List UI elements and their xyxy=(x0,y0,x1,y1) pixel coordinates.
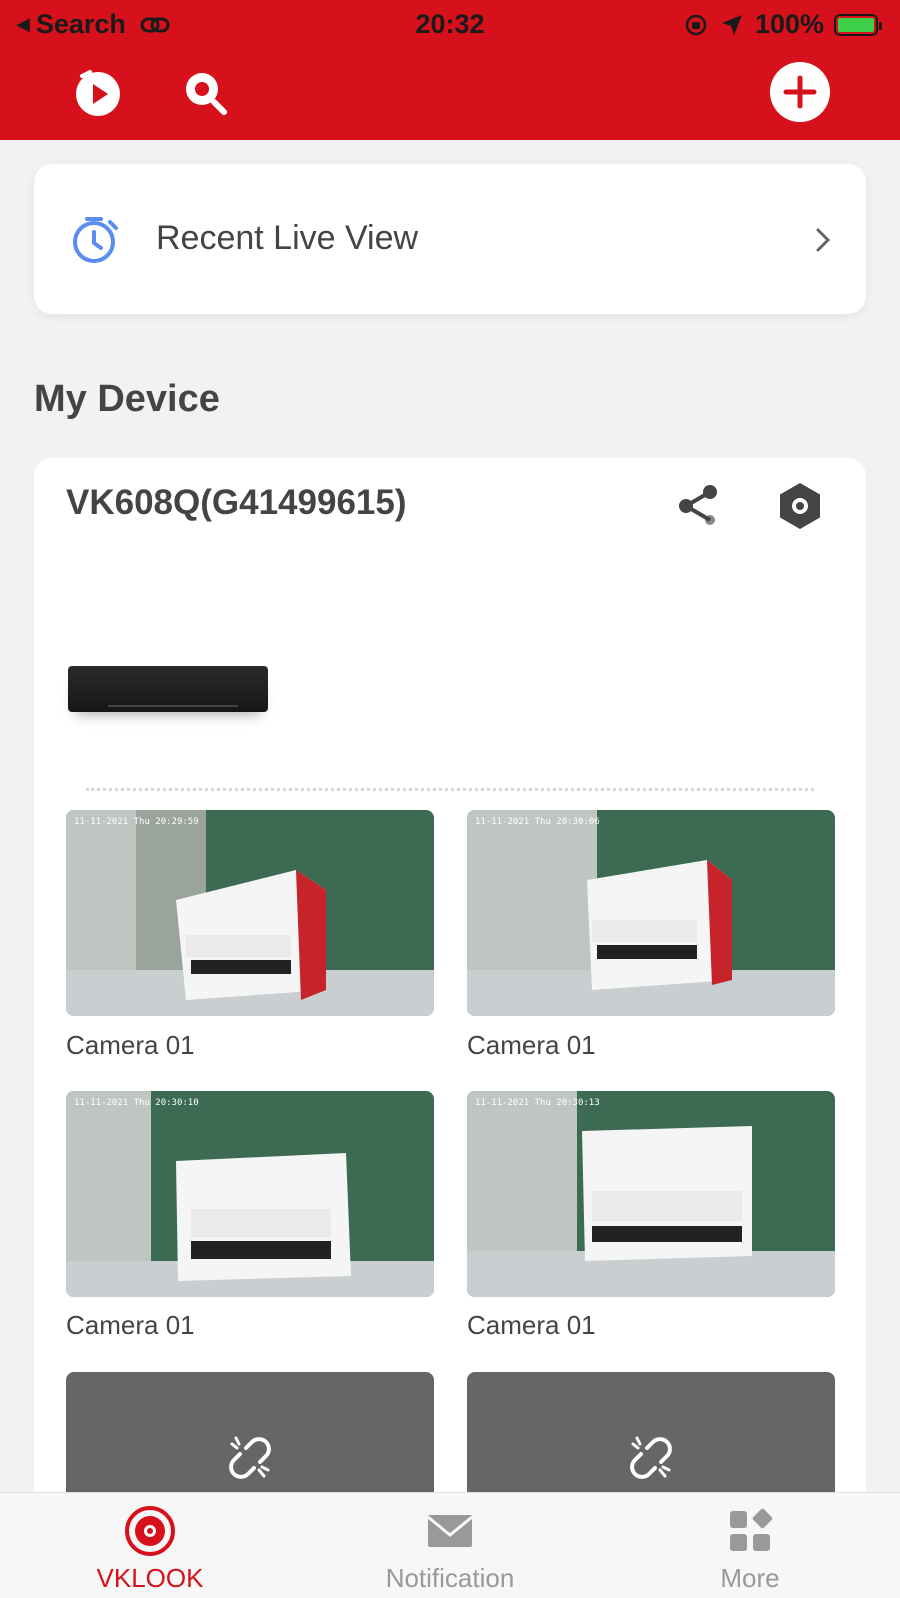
offline-channel-tile[interactable] xyxy=(467,1372,835,1512)
apps-grid-icon xyxy=(730,1508,773,1551)
tab-notification[interactable]: Notification xyxy=(300,1493,600,1598)
status-right: 100% xyxy=(683,9,882,40)
vklook-icon xyxy=(125,1506,175,1556)
tab-more[interactable]: More xyxy=(600,1493,900,1598)
camera-thumbnail[interactable]: 11-11-2021 Thu 20:30:10 xyxy=(66,1091,434,1297)
nvr-device-image xyxy=(68,666,268,712)
section-title: My Device xyxy=(34,378,220,420)
svg-text:11-11-2021 Thu 20:30:10: 11-11-2021 Thu 20:30:10 xyxy=(74,1098,199,1108)
camera-label: Camera 01 xyxy=(66,1310,195,1340)
tab-vklook[interactable]: VKLOOK xyxy=(0,1493,300,1598)
orientation-lock-icon xyxy=(685,14,707,35)
app-header: ◀ Search 20:32 100% xyxy=(0,0,900,140)
svg-text:11-11-2021 Thu 20:29:59: 11-11-2021 Thu 20:29:59 xyxy=(74,817,199,827)
camera-label: Camera 01 xyxy=(66,1030,195,1060)
device-settings-icon[interactable] xyxy=(774,480,826,532)
bottom-tab-bar: VKLOOK Notification More xyxy=(0,1492,900,1598)
search-icon[interactable] xyxy=(176,62,236,122)
clock-icon xyxy=(73,217,118,263)
camera-thumbnail[interactable]: 11-11-2021 Thu 20:30:13 xyxy=(467,1091,835,1297)
camera-snapshot: 11-11-2021 Thu 20:29:59 xyxy=(66,810,434,1016)
device-card: VK608Q(G41499615) 11-11-2021 Thu 20:29:5… xyxy=(34,458,866,1598)
camera-snapshot: 11-11-2021 Thu 20:30:13 xyxy=(467,1091,835,1297)
share-icon[interactable] xyxy=(674,480,726,532)
recent-live-view-label: Recent Live View xyxy=(156,219,419,257)
svg-text:11-11-2021 Thu 20:30:06: 11-11-2021 Thu 20:30:06 xyxy=(475,817,600,827)
broken-link-icon xyxy=(229,1436,271,1479)
camera-snapshot: 11-11-2021 Thu 20:30:06 xyxy=(467,810,835,1016)
add-icon[interactable] xyxy=(770,62,830,122)
camera-label: Camera 01 xyxy=(467,1310,596,1340)
location-icon xyxy=(721,14,742,35)
tab-label: VKLOOK xyxy=(96,1563,204,1593)
status-bar: ◀ Search 20:32 100% xyxy=(0,0,900,48)
divider xyxy=(86,788,814,791)
device-name: VK608Q(G41499615) xyxy=(66,483,407,522)
recent-live-view-card[interactable]: Recent Live View xyxy=(34,164,866,314)
camera-snapshot: 11-11-2021 Thu 20:30:10 xyxy=(66,1091,434,1297)
camera-thumbnail[interactable]: 11-11-2021 Thu 20:30:06 xyxy=(467,810,835,1016)
battery-icon xyxy=(834,13,882,36)
camera-label: Camera 01 xyxy=(467,1030,596,1060)
camera-thumbnail[interactable]: 11-11-2021 Thu 20:29:59 xyxy=(66,810,434,1016)
chevron-right-icon xyxy=(816,228,831,252)
tab-label: More xyxy=(720,1563,780,1593)
svg-text:11-11-2021 Thu 20:30:13: 11-11-2021 Thu 20:30:13 xyxy=(475,1098,600,1108)
envelope-icon xyxy=(427,1515,473,1547)
playback-icon[interactable] xyxy=(68,62,128,122)
tab-label: Notification xyxy=(385,1563,515,1593)
broken-link-icon xyxy=(630,1436,672,1479)
battery-percent: 100% xyxy=(754,9,824,39)
offline-channel-tile[interactable] xyxy=(66,1372,434,1512)
